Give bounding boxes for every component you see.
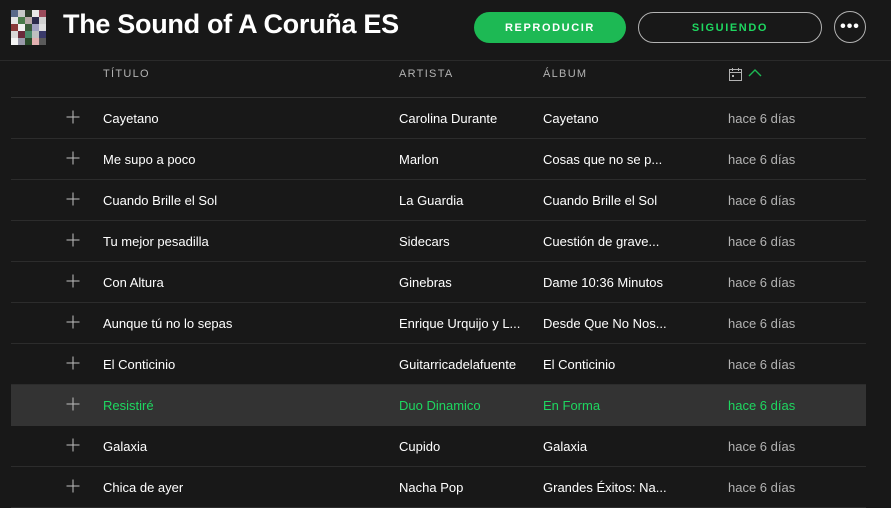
track-artist[interactable]: Cupido	[399, 439, 440, 454]
cover-tile	[18, 24, 25, 31]
more-options-button[interactable]: •••	[834, 11, 866, 43]
track-title[interactable]: Me supo a poco	[103, 152, 196, 167]
track-date-added: hace 6 días	[728, 480, 796, 495]
track-row[interactable]: Aunque tú no lo sepas Enrique Urquijo y L…	[11, 303, 866, 344]
track-row[interactable]: Cayetano Carolina Durante Cayetano hace 6 d…	[11, 98, 866, 139]
cover-tile	[25, 31, 32, 38]
track-date-added: hace 6 días	[728, 234, 796, 249]
add-track-icon[interactable]	[66, 315, 80, 329]
cover-tile	[32, 10, 39, 17]
track-row[interactable]: Chica de ayer Nacha Pop Grandes Éxitos: Na…	[11, 467, 866, 508]
track-artist[interactable]: Enrique Urquijo y L...	[399, 316, 520, 331]
track-album[interactable]: Desde Que No Nos...	[543, 316, 667, 331]
track-album[interactable]: Dame 10:36 Minutos	[543, 275, 663, 290]
track-album[interactable]: Cosas que no se p...	[543, 152, 662, 167]
track-artist[interactable]: Marlon	[399, 152, 439, 167]
add-track-icon[interactable]	[66, 479, 80, 493]
add-track-icon[interactable]	[66, 151, 80, 165]
track-date-added: hace 6 días	[728, 193, 796, 208]
track-row[interactable]: Galaxia Cupido Galaxia hace 6 días	[11, 426, 866, 467]
following-button[interactable]: SIGUIENDO	[638, 12, 822, 43]
cover-tile	[25, 10, 32, 17]
cover-tile	[39, 38, 46, 45]
track-album[interactable]: Cayetano	[543, 111, 599, 126]
playlist-header: The Sound of A Coruña ES REPRODUCIR SIGU…	[0, 0, 891, 56]
more-icon: •••	[840, 18, 860, 35]
cover-tile	[39, 24, 46, 31]
track-title[interactable]: Tu mejor pesadilla	[103, 234, 209, 249]
cover-tile	[18, 31, 25, 38]
cover-tile	[39, 10, 46, 17]
column-header-artist[interactable]: ARTISTA	[399, 68, 454, 80]
cover-tile	[11, 17, 18, 24]
cover-tile	[11, 24, 18, 31]
track-artist[interactable]: La Guardia	[399, 193, 463, 208]
track-title[interactable]: Aunque tú no lo sepas	[103, 316, 232, 331]
track-date-added: hace 6 días	[728, 316, 796, 331]
track-title[interactable]: El Conticinio	[103, 357, 175, 372]
track-album[interactable]: En Forma	[543, 398, 600, 413]
track-album[interactable]: Galaxia	[543, 439, 587, 454]
play-button[interactable]: REPRODUCIR	[474, 12, 626, 43]
calendar-icon[interactable]	[729, 68, 742, 81]
add-track-icon[interactable]	[66, 356, 80, 370]
track-row[interactable]: Cuando Brille el Sol La Guardia Cuando Bri…	[11, 180, 866, 221]
cover-tile	[39, 17, 46, 24]
track-artist[interactable]: Ginebras	[399, 275, 452, 290]
cover-tile	[11, 38, 18, 45]
track-date-added: hace 6 días	[728, 398, 796, 413]
cover-tile	[39, 31, 46, 38]
track-album[interactable]: El Conticinio	[543, 357, 615, 372]
track-list: Cayetano Carolina Durante Cayetano hace 6 d…	[11, 98, 866, 508]
column-header-album[interactable]: ÁLBUM	[543, 68, 587, 80]
track-title[interactable]: Galaxia	[103, 439, 147, 454]
track-album[interactable]: Grandes Éxitos: Na...	[543, 480, 667, 495]
track-date-added: hace 6 días	[728, 111, 796, 126]
add-track-icon[interactable]	[66, 438, 80, 452]
track-title[interactable]: Resistiré	[103, 398, 154, 413]
track-title[interactable]: Cayetano	[103, 111, 159, 126]
track-row[interactable]: El Conticinio Guitarricadelafuente El Cont…	[11, 344, 866, 385]
track-artist[interactable]: Sidecars	[399, 234, 450, 249]
add-track-icon[interactable]	[66, 397, 80, 411]
track-date-added: hace 6 días	[728, 275, 796, 290]
cover-tile	[18, 17, 25, 24]
track-artist[interactable]: Duo Dinamico	[399, 398, 481, 413]
chevron-up-icon[interactable]	[748, 68, 762, 78]
add-track-icon[interactable]	[66, 192, 80, 206]
cover-tile	[11, 10, 18, 17]
cover-tile	[25, 38, 32, 45]
cover-tile	[18, 38, 25, 45]
playlist-cover-image[interactable]	[11, 10, 46, 45]
cover-tile	[25, 17, 32, 24]
add-track-icon[interactable]	[66, 110, 80, 124]
cover-tile	[32, 31, 39, 38]
cover-tile	[32, 17, 39, 24]
track-artist[interactable]: Nacha Pop	[399, 480, 463, 495]
track-row[interactable]: Resistiré Duo Dinamico En Forma hace 6 días	[11, 385, 866, 426]
column-header-title[interactable]: TÍTULO	[103, 68, 150, 80]
playlist-title: The Sound of A Coruña ES	[63, 9, 399, 39]
add-track-icon[interactable]	[66, 233, 80, 247]
cover-tile	[32, 38, 39, 45]
cover-tile	[11, 31, 18, 38]
track-artist[interactable]: Carolina Durante	[399, 111, 497, 126]
track-row[interactable]: Me supo a poco Marlon Cosas que no se p...…	[11, 139, 866, 180]
track-date-added: hace 6 días	[728, 439, 796, 454]
track-artist[interactable]: Guitarricadelafuente	[399, 357, 516, 372]
track-row[interactable]: Tu mejor pesadilla Sidecars Cuestión de gr…	[11, 221, 866, 262]
cover-tile	[18, 10, 25, 17]
track-title[interactable]: Con Altura	[103, 275, 164, 290]
track-title[interactable]: Chica de ayer	[103, 480, 183, 495]
track-title[interactable]: Cuando Brille el Sol	[103, 193, 217, 208]
cover-tile	[32, 24, 39, 31]
track-date-added: hace 6 días	[728, 357, 796, 372]
track-album[interactable]: Cuando Brille el Sol	[543, 193, 657, 208]
track-date-added: hace 6 días	[728, 152, 796, 167]
add-track-icon[interactable]	[66, 274, 80, 288]
track-row[interactable]: Con Altura Ginebras Dame 10:36 Minutos hace…	[11, 262, 866, 303]
cover-tile	[25, 24, 32, 31]
track-album[interactable]: Cuestión de grave...	[543, 234, 659, 249]
